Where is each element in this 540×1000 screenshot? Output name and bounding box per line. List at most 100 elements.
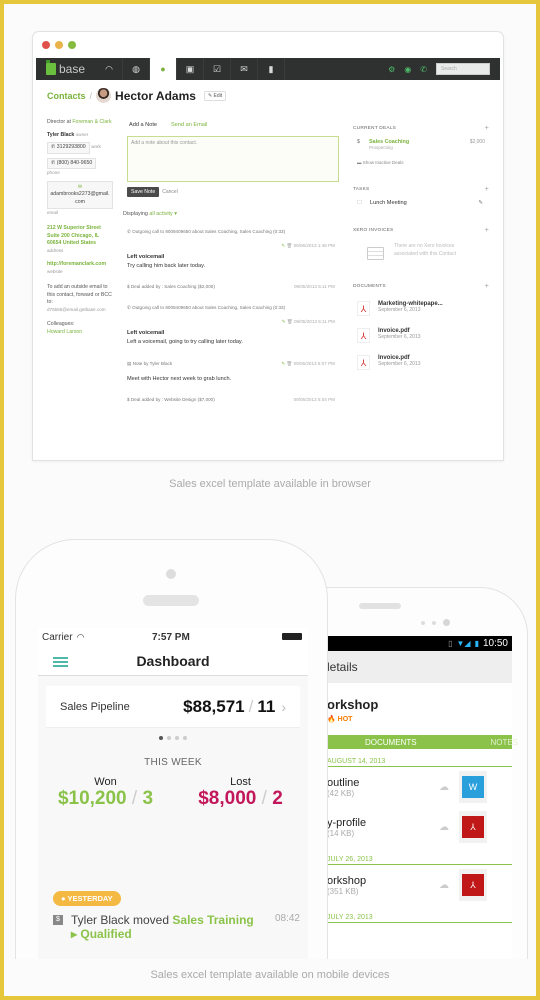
add-task-button[interactable]: + [485, 186, 489, 193]
tab-send-email[interactable]: Send an Email [171, 122, 207, 128]
nav-contacts-icon[interactable]: ● [150, 58, 177, 80]
invoice-icon [367, 247, 384, 260]
document-item[interactable]: ⅄ Invoice.pdf September 6, 2013 [353, 328, 489, 343]
logo-text: base [59, 62, 86, 76]
add-deal-button[interactable]: + [485, 125, 489, 132]
word-file-icon: W [462, 776, 484, 798]
activity-filter-dropdown[interactable]: all activity ▾ [149, 211, 177, 217]
add-document-button[interactable]: + [485, 283, 489, 290]
android-tabs: DOCUMENTS NOTES [327, 735, 518, 749]
activity-note: Left voicemail Left a voicemail, going to… [127, 330, 243, 345]
date-group-header: AUGUST 14, 2013 [327, 755, 512, 767]
save-note-button[interactable]: Save Note [127, 187, 160, 197]
wifi-icon: ▼◢ [456, 639, 471, 648]
phone-label: phone [47, 170, 60, 176]
search-input[interactable]: Search [436, 63, 490, 75]
date-group-header: JULY 26, 2013 [327, 853, 512, 865]
status-icon[interactable]: ◉ [404, 65, 411, 74]
nav-tasks-icon[interactable]: ☑ [204, 58, 231, 80]
maximize-window-button[interactable] [68, 41, 76, 49]
document-row[interactable]: y-profile (14 KB) ☁ ⅄ [327, 807, 512, 847]
phone-work[interactable]: ✆ 3129293800 [47, 142, 90, 154]
feed-item[interactable]: $ Tyler Black moved Sales Training ▸ Qual… [53, 913, 300, 941]
edit-icon[interactable]: ✎ [282, 319, 286, 324]
carrier-label: Carrier [42, 631, 73, 643]
owner-name[interactable]: Tyler Black [47, 132, 74, 138]
app-header: Dashboard [38, 646, 308, 676]
android-sensors [421, 619, 450, 626]
nav-reports-icon[interactable]: ▮ [258, 58, 285, 80]
add-invoice-button[interactable]: + [485, 227, 489, 234]
week-label: THIS WEEK [144, 757, 202, 768]
deal-item[interactable]: $ Sales Coaching Prospecting $2,000 [353, 139, 489, 150]
page-title: Hector Adams [115, 88, 196, 103]
nav-globe-icon[interactable]: ◍ [123, 58, 150, 80]
cloud-download-icon[interactable]: ☁ [439, 822, 449, 833]
document-item[interactable]: ⅄ Marketing-whitepape... September 6, 2013 [353, 301, 489, 316]
edit-icon[interactable]: ✎ [478, 200, 489, 206]
nav-mail-icon[interactable]: ✉ [231, 58, 258, 80]
cancel-button[interactable]: Cancel [162, 189, 178, 195]
activity-meta: ✎ 🗑 09/05/2013 5:11 PM [281, 319, 335, 325]
task-item[interactable]: ☐ Lunch Meeting ✎ [353, 200, 489, 206]
sales-pipeline-card[interactable]: Sales Pipeline $88,571/11 › [46, 686, 300, 728]
ios-time: 7:57 PM [152, 631, 190, 643]
menu-icon[interactable] [53, 657, 68, 667]
window-controls [33, 32, 503, 58]
nav-leads-icon[interactable]: ▣ [177, 58, 204, 80]
deal-title: orkshop [327, 697, 379, 712]
email-field[interactable]: ✉ adambrooks2273@gmail.com [47, 180, 113, 210]
address[interactable]: 212 W Superior Street Suite 200 Chicago,… [47, 225, 113, 255]
settings-icon[interactable]: ⚙ [388, 65, 395, 74]
nav-dashboard-icon[interactable]: ◠ [96, 58, 123, 80]
page-indicator[interactable] [38, 736, 308, 740]
phone-icon[interactable]: ✆ [420, 65, 427, 74]
cloud-download-icon[interactable]: ☁ [439, 782, 449, 793]
tab-documents[interactable]: DOCUMENTS [365, 738, 417, 747]
website-label: website [47, 268, 63, 274]
phone-label: work [91, 144, 101, 150]
breadcrumb-contacts-link[interactable]: Contacts [47, 91, 86, 101]
bcc-address[interactable]: d76555@email.getbase.com [47, 307, 113, 314]
website-link[interactable]: http://foremanclark.com [47, 261, 106, 267]
xero-empty: There are no Xero Invoices associated wi… [353, 243, 489, 260]
minimize-window-button[interactable] [55, 41, 63, 49]
tab-add-note[interactable]: Add a Note [129, 122, 157, 128]
edit-button[interactable]: ✎ Edit [203, 90, 227, 101]
company-link[interactable]: Foreman & Clark [72, 119, 111, 125]
mail-icon: ✉ [77, 183, 83, 190]
ios-status-bar: Carrier ◠ 7:57 PM [38, 628, 308, 646]
cloud-download-icon[interactable]: ☁ [439, 880, 449, 891]
android-device: ▯ ▼◢ ▮ 10:50 letails orkshop 🔥 HOT DOCUMENT… [318, 587, 528, 959]
logo[interactable]: base [46, 60, 96, 76]
colleague-link[interactable]: Howard Larson [47, 329, 113, 337]
close-window-button[interactable] [42, 41, 50, 49]
battery-icon: ▮ [474, 639, 479, 648]
activity-note: Left voicemail Try calling him back later… [127, 254, 206, 269]
activity-item: ✆ Outgoing call to 8009409650 about Sale… [127, 305, 286, 311]
mobile-caption: Sales excel template available on mobile… [150, 969, 390, 981]
phone-other[interactable]: ✆ (800) 840-9650 [47, 157, 97, 170]
tasks-heading: TASKS [353, 187, 370, 192]
show-inactive-deals[interactable]: ▬ Show Inactive Deals [353, 160, 489, 165]
iphone-screen: Carrier ◠ 7:57 PM Dashboard Sales Pipeli… [38, 628, 308, 959]
logo-icon [46, 60, 56, 75]
pdf-icon: ⅄ [357, 301, 370, 316]
note-textarea[interactable]: Add a note about this contact. [127, 136, 339, 182]
yesterday-badge: ● YESTERDAY [53, 891, 121, 906]
document-row[interactable]: outline (42 KB) ☁ W [327, 767, 512, 807]
pdf-icon: ⅄ [357, 355, 370, 370]
activity-item: ▤ Note by Tyler Black ✎ 🗑 09/05/2013 5:07… [127, 360, 335, 366]
breadcrumb: Contacts / Hector Adams ✎ Edit [47, 88, 227, 103]
android-speaker [359, 603, 401, 609]
deal-icon: $ [357, 139, 360, 145]
document-row[interactable]: orkshop (351 KB) ☁ ⅄ [327, 865, 512, 905]
deal-icon: $ [53, 915, 63, 925]
browser-window: base ◠ ◍ ● ▣ ☑ ✉ ▮ ⚙ ◉ ✆ Search Contacts… [32, 31, 504, 461]
task-checkbox[interactable]: ☐ [357, 200, 362, 206]
xero-heading: XERO INVOICES [353, 228, 394, 233]
activity-note: Meet with Hector next week to grab lunch… [127, 375, 232, 382]
edit-icon[interactable]: ✎ [281, 243, 285, 248]
tab-notes[interactable]: NOTES [490, 738, 518, 747]
document-item[interactable]: ⅄ Invoice.pdf September 6, 2013 [353, 355, 489, 370]
